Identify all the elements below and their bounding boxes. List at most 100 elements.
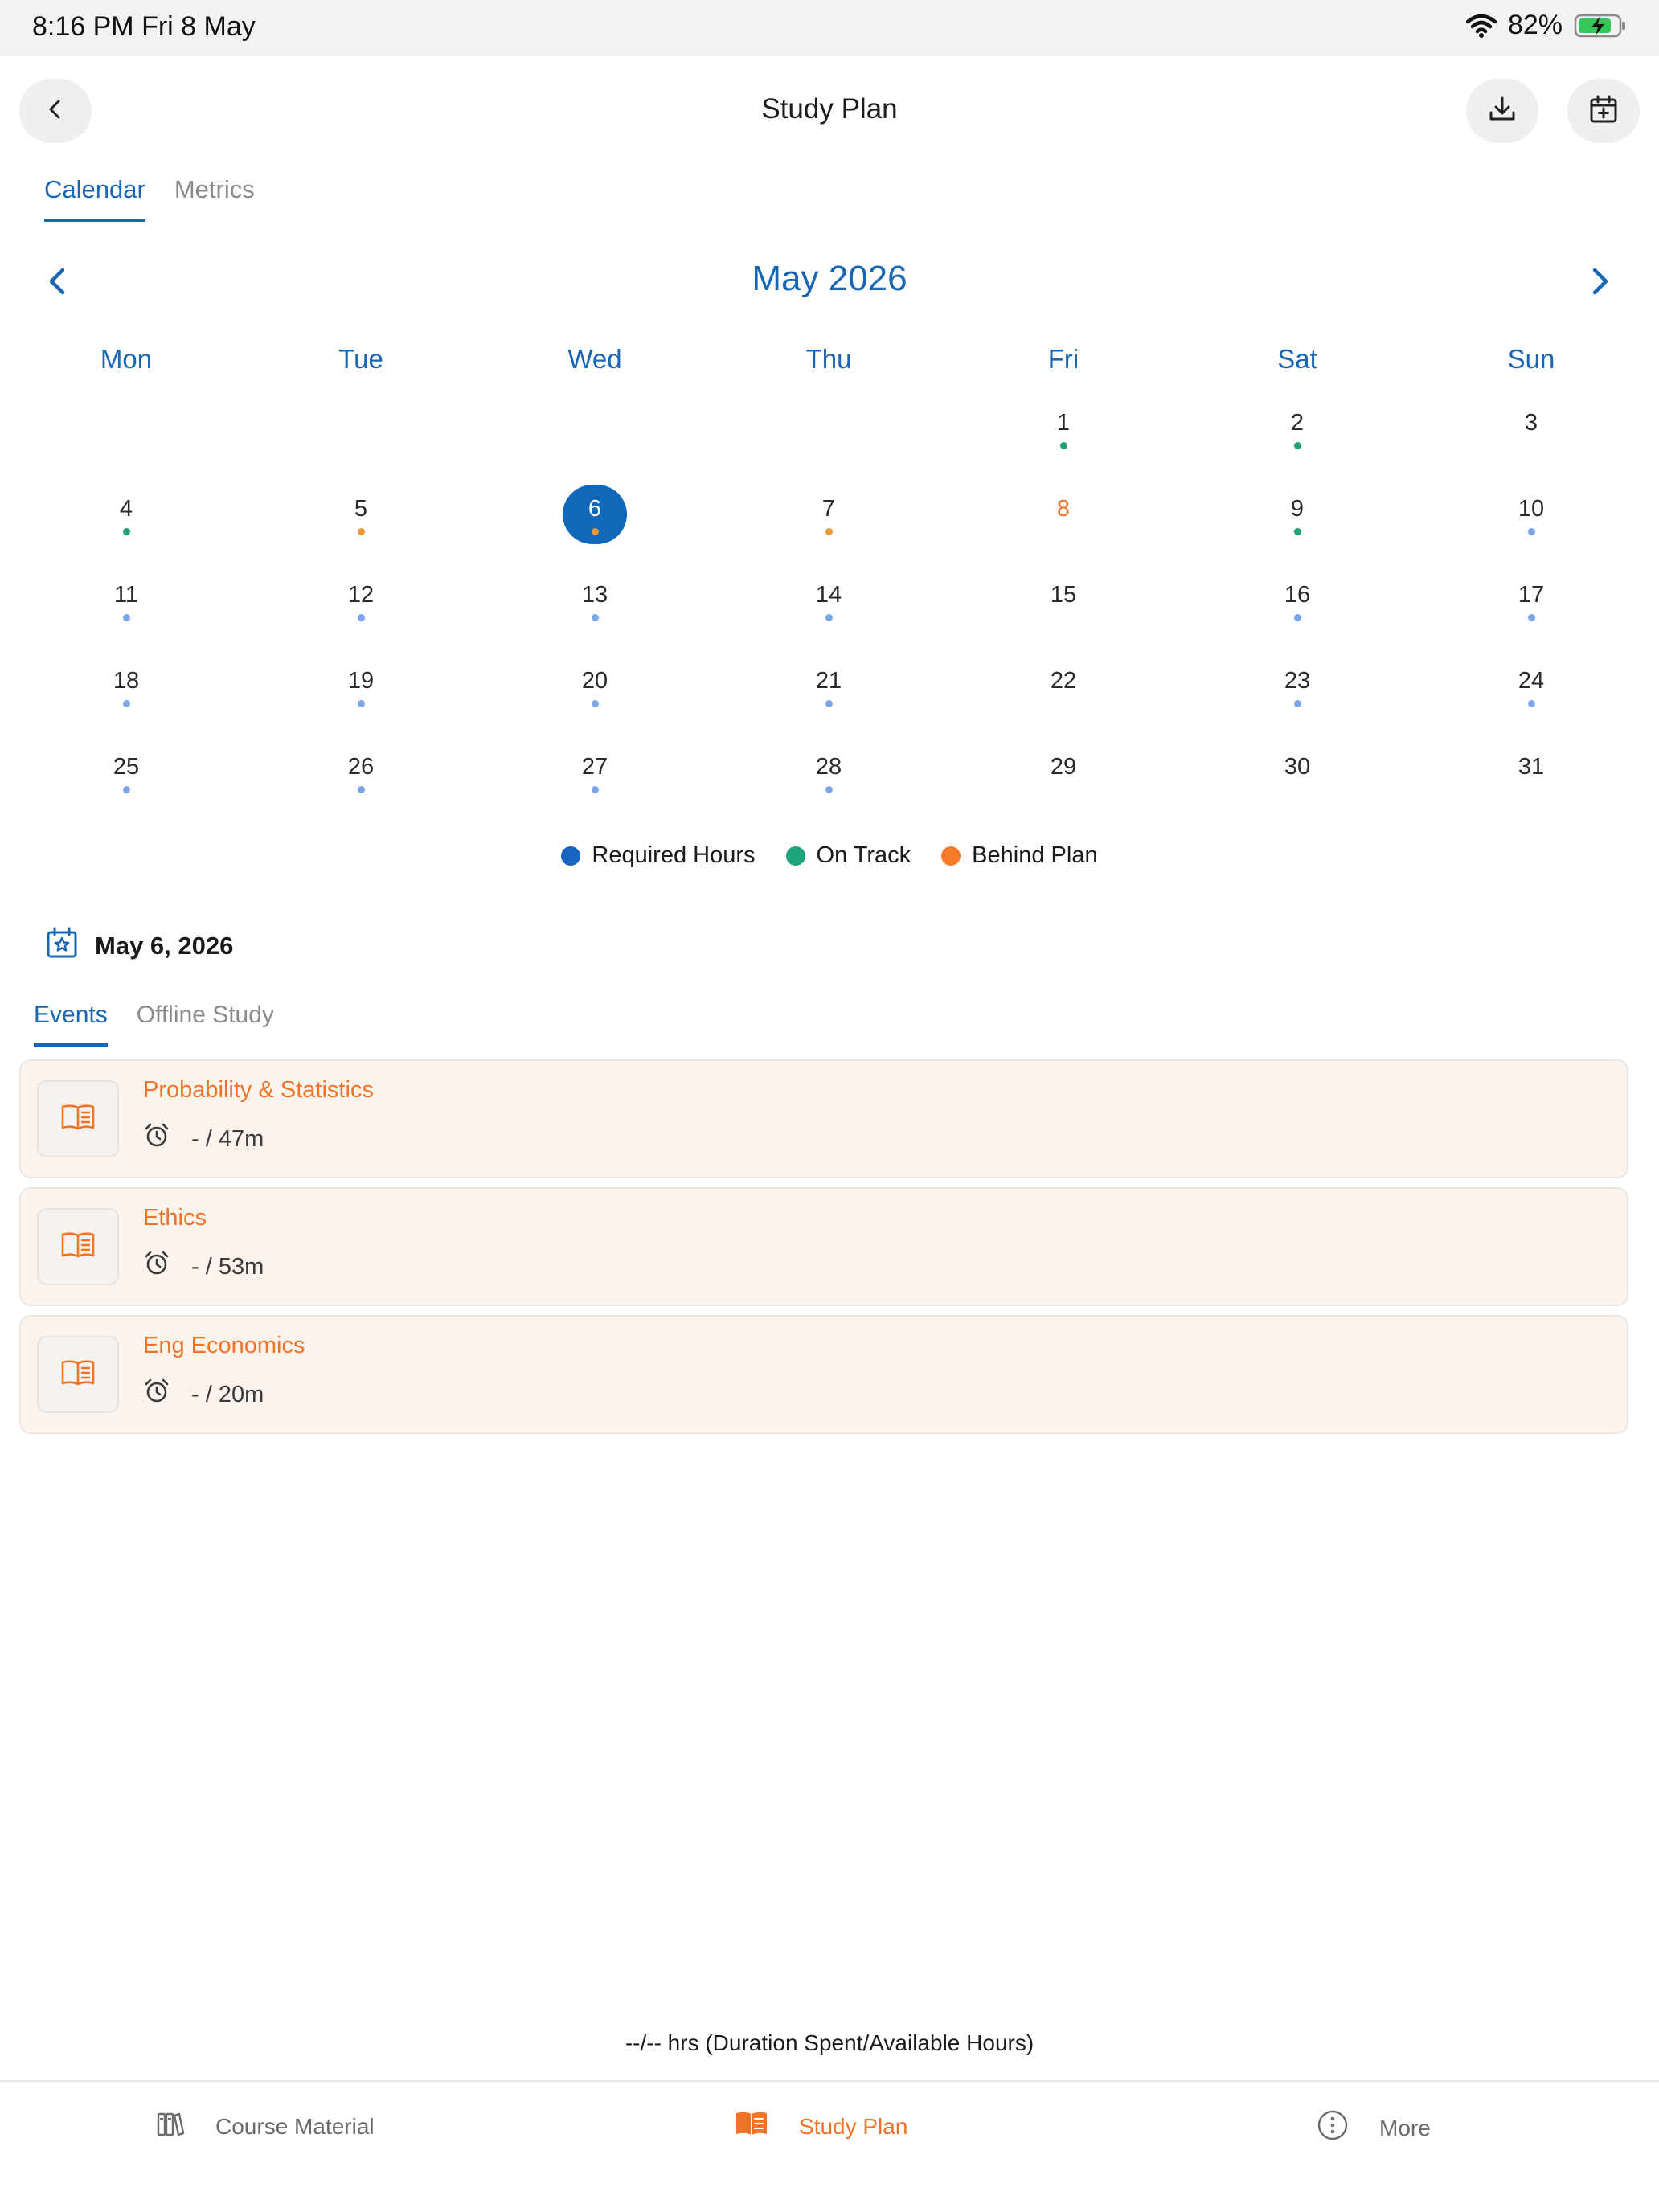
calendar-day[interactable]: 5 (329, 485, 393, 549)
calendar-day-number: 17 (1518, 582, 1545, 608)
calendar-day-status-dot (1294, 442, 1301, 449)
calendar-day[interactable]: 8 (1031, 485, 1096, 549)
book-open-icon (60, 1231, 96, 1264)
calendar-day[interactable]: 1 (1031, 399, 1096, 463)
calendar-day[interactable]: 28 (797, 743, 861, 807)
event-card[interactable]: Eng Economics - / 20m (19, 1315, 1628, 1434)
calendar-day[interactable]: 16 (1265, 571, 1329, 635)
calendar-day-number: 9 (1290, 496, 1305, 522)
event-time-text: - / 20m (191, 1381, 264, 1407)
chevron-right-icon (1585, 268, 1614, 301)
calendar-day-status-dot (123, 614, 130, 621)
calendar-day[interactable]: 2 (1265, 399, 1329, 463)
calendar-day[interactable]: 30 (1265, 743, 1329, 807)
duration-summary: --/-- hrs (Duration Spent/Available Hour… (625, 2030, 1034, 2055)
calendar-day-status-dot (1060, 442, 1067, 449)
legend-behind-plan: Behind Plan (941, 842, 1098, 869)
alarm-clock-icon (143, 1378, 170, 1411)
weekday-fri: Fri (1047, 344, 1079, 374)
calendar-day-number: 7 (821, 496, 836, 522)
download-button[interactable] (1466, 79, 1538, 143)
weekday-sun: Sun (1507, 344, 1555, 374)
nav-more[interactable]: More (1317, 2109, 1431, 2147)
calendar-day-status-dot (825, 528, 833, 535)
calendar-day[interactable]: 26 (329, 743, 393, 807)
calendar-day[interactable]: 22 (1031, 657, 1096, 721)
calendar-day[interactable]: 10 (1499, 485, 1563, 549)
weekday-sat: Sat (1277, 344, 1317, 374)
calendar-day[interactable]: 17 (1499, 571, 1563, 635)
add-calendar-button[interactable] (1567, 79, 1640, 143)
next-month-button[interactable] (1585, 265, 1614, 301)
calendar-day-status-dot (825, 614, 833, 621)
top-tabs: Calendar Metrics (44, 175, 255, 222)
calendar-day-status-dot (1294, 614, 1301, 621)
weekday-tue: Tue (338, 344, 383, 374)
calendar-day-number: 28 (815, 754, 842, 780)
wifi-icon (1465, 14, 1497, 38)
month-title: May 2026 (752, 259, 907, 298)
calendar-legend: Required Hours On Track Behind Plan (0, 842, 1659, 869)
calendar-day[interactable]: 15 (1031, 571, 1096, 635)
calendar-day[interactable]: 12 (329, 571, 393, 635)
alarm-clock-icon (143, 1122, 170, 1156)
calendar-day-number: 26 (347, 754, 375, 780)
event-card[interactable]: Probability & Statistics - / 47m (19, 1059, 1628, 1178)
calendar-day[interactable]: 6 (563, 485, 627, 549)
tab-calendar[interactable]: Calendar (44, 175, 145, 222)
calendar-day-status-dot (592, 614, 599, 621)
calendar-day[interactable]: 14 (797, 571, 861, 635)
calendar-day[interactable]: 13 (563, 571, 627, 635)
legend-label: Required Hours (592, 842, 756, 868)
nav-study-plan[interactable]: Study Plan (735, 2109, 907, 2144)
nav-course-material[interactable]: Course Material (156, 2109, 375, 2144)
calendar-day[interactable]: 24 (1499, 657, 1563, 721)
event-duration: - / 20m (143, 1378, 264, 1411)
legend-dot (561, 846, 581, 866)
calendar-day-status-dot (358, 786, 365, 793)
calendar-day-number: 25 (113, 754, 140, 780)
calendar-day[interactable]: 20 (563, 657, 627, 721)
calendar-day[interactable]: 21 (797, 657, 861, 721)
calendar-day-number: 10 (1518, 496, 1545, 522)
tab-metrics[interactable]: Metrics (174, 175, 255, 222)
event-duration: - / 53m (143, 1250, 264, 1284)
calendar-day-number: 24 (1518, 668, 1545, 694)
calendar-day-number: 13 (581, 582, 608, 608)
calendar-day-number: 20 (581, 668, 608, 694)
calendar-day-number: 5 (354, 496, 368, 522)
book-open-icon (735, 2109, 768, 2144)
calendar-day[interactable]: 23 (1265, 657, 1329, 721)
battery-percent: 82% (1507, 10, 1563, 40)
calendar-day[interactable]: 27 (563, 743, 627, 807)
tab-events[interactable]: Events (34, 1002, 108, 1047)
calendar-day[interactable]: 19 (329, 657, 393, 721)
calendar-day-number: 3 (1524, 410, 1538, 436)
weekday-wed: Wed (567, 344, 622, 374)
calendar-day[interactable]: 25 (94, 743, 158, 807)
calendar-day-status-dot (358, 528, 365, 535)
calendar-day[interactable]: 4 (94, 485, 158, 549)
calendar-day[interactable]: 29 (1031, 743, 1096, 807)
calendar-day-number: 19 (347, 668, 375, 694)
tab-offline-study[interactable]: Offline Study (137, 1002, 274, 1047)
event-card[interactable]: Ethics - / 53m (19, 1187, 1628, 1306)
calendar-day[interactable]: 9 (1265, 485, 1329, 549)
calendar-day-status-dot (1528, 528, 1535, 535)
calendar-day[interactable]: 18 (94, 657, 158, 721)
status-bar: 8:16 PM Fri 8 May 82% (0, 0, 1659, 56)
calendar-day[interactable]: 3 (1499, 399, 1563, 463)
calendar-day[interactable]: 11 (94, 571, 158, 635)
selected-date-label: May 6, 2026 (95, 932, 234, 960)
calendar-day-number: 31 (1518, 754, 1545, 780)
calendar-day[interactable]: 7 (797, 485, 861, 549)
books-icon (156, 2109, 185, 2144)
download-icon (1486, 93, 1518, 129)
calendar-day-status-dot (1294, 700, 1301, 707)
calendar-day[interactable]: 31 (1499, 743, 1563, 807)
calendar-add-icon (1587, 93, 1620, 129)
calendar-day-status-dot (358, 614, 365, 621)
event-icon-box (37, 1208, 119, 1285)
calendar-day-number: 22 (1050, 668, 1077, 694)
event-icon-box (37, 1080, 119, 1157)
